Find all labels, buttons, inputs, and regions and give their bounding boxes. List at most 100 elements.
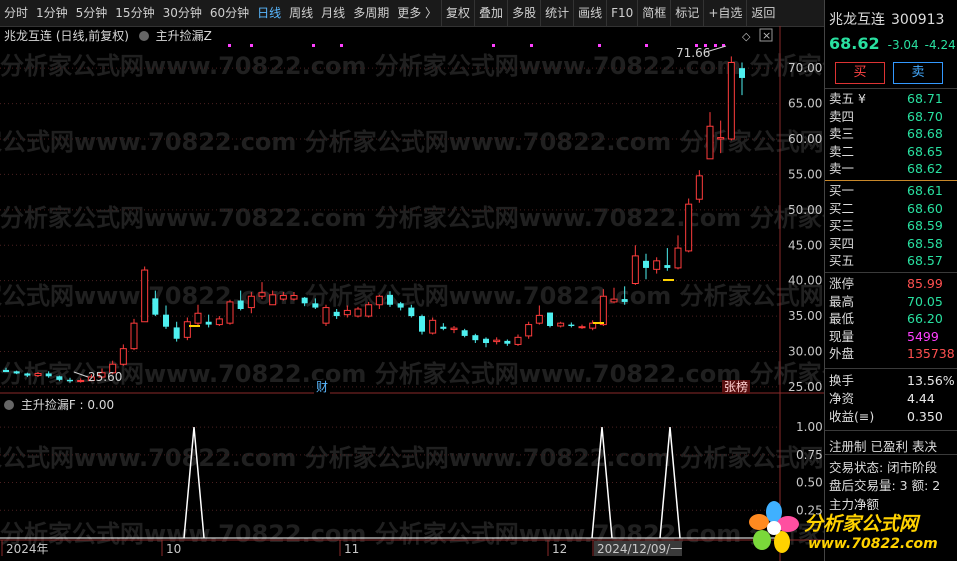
- toolbar-item[interactable]: 多周期: [349, 0, 393, 26]
- toolbar-item[interactable]: 更多 〉: [393, 0, 441, 26]
- candle-body[interactable]: [215, 318, 223, 326]
- candle-body[interactable]: [343, 309, 351, 316]
- toolbar-item[interactable]: 分时: [0, 0, 32, 26]
- candle-body[interactable]: [643, 260, 649, 268]
- bid-row[interactable]: 买二 68.60: [829, 200, 954, 218]
- candle-body[interactable]: [547, 312, 553, 326]
- kline-chart[interactable]: 分析家公式网www.70822.com 分析家公式网www.70822.com …: [0, 26, 824, 561]
- candle-body[interactable]: [483, 338, 489, 343]
- candle-body[interactable]: [312, 303, 319, 308]
- candle-body[interactable]: [706, 125, 714, 160]
- toolbar-item[interactable]: 叠加: [474, 0, 507, 26]
- candle-body[interactable]: [67, 379, 73, 382]
- toolbar-item[interactable]: 统计: [540, 0, 573, 26]
- candle-body[interactable]: [727, 62, 735, 140]
- candle-body[interactable]: [56, 376, 63, 380]
- ask-row[interactable]: 卖一 68.62: [829, 160, 954, 178]
- candle-body[interactable]: [568, 324, 575, 326]
- ask-row[interactable]: 卖二 68.65: [829, 143, 954, 161]
- toolbar-item[interactable]: 60分钟: [206, 0, 253, 26]
- bid-row[interactable]: 买四 68.58: [829, 235, 954, 253]
- indicator-toggle-icon[interactable]: [138, 31, 149, 41]
- candle-body[interactable]: [599, 295, 607, 326]
- candle-body[interactable]: [557, 322, 565, 327]
- candle-body[interactable]: [34, 372, 42, 377]
- toolbar-item[interactable]: 1分钟: [32, 0, 72, 26]
- lower-indicator-toggle-icon[interactable]: [4, 400, 14, 410]
- toolbar-item[interactable]: 周线: [285, 0, 317, 26]
- candle-body[interactable]: [578, 326, 586, 329]
- toolbar-item[interactable]: +自选: [703, 0, 746, 26]
- candle-body[interactable]: [290, 295, 298, 300]
- candle-body[interactable]: [429, 319, 437, 334]
- candle-body[interactable]: [13, 371, 20, 374]
- candle-body[interactable]: [130, 322, 138, 350]
- candle-body[interactable]: [472, 335, 479, 341]
- candle-body[interactable]: [739, 68, 745, 78]
- toolbar-item[interactable]: 日线: [253, 0, 285, 26]
- candle-body[interactable]: [173, 327, 180, 339]
- ask-row[interactable]: 卖五 ¥ 68.71: [829, 90, 954, 108]
- candle-body[interactable]: [695, 175, 703, 200]
- candle-body[interactable]: [205, 321, 212, 325]
- toolbar-item[interactable]: 15分钟: [111, 0, 158, 26]
- candle-body[interactable]: [258, 292, 266, 297]
- candle-body[interactable]: [141, 269, 149, 323]
- candle-body[interactable]: [269, 294, 277, 306]
- toolbar-item[interactable]: F10: [606, 0, 637, 26]
- candle-body[interactable]: [152, 298, 159, 315]
- candle-body[interactable]: [461, 330, 468, 336]
- candle-body[interactable]: [408, 307, 415, 317]
- candle-body[interactable]: [183, 321, 191, 338]
- toolbar-item[interactable]: 5分钟: [72, 0, 112, 26]
- candle-body[interactable]: [535, 314, 543, 324]
- candle-body[interactable]: [45, 373, 52, 377]
- candle-body[interactable]: [717, 137, 725, 140]
- candle-body[interactable]: [631, 255, 639, 284]
- candle-body[interactable]: [514, 336, 522, 345]
- candle-body[interactable]: [450, 327, 458, 331]
- candle-body[interactable]: [685, 203, 693, 252]
- candle-body[interactable]: [419, 316, 425, 332]
- candle-body[interactable]: [237, 300, 244, 310]
- candle-body[interactable]: [610, 298, 618, 303]
- bid-row[interactable]: 买五 68.57: [829, 252, 954, 270]
- toolbar-item[interactable]: 画线: [573, 0, 606, 26]
- candle-body[interactable]: [247, 295, 255, 309]
- toolbar-item[interactable]: 30分钟: [159, 0, 206, 26]
- candle-body[interactable]: [77, 380, 85, 383]
- candle-body[interactable]: [354, 308, 362, 317]
- candle-body[interactable]: [375, 295, 383, 306]
- candle-body[interactable]: [440, 326, 447, 329]
- toolbar-item[interactable]: 返回: [746, 0, 779, 26]
- indicator-name[interactable]: 主升捡漏Z: [156, 29, 212, 43]
- diamond-icon[interactable]: ◇: [742, 30, 751, 43]
- candle-body[interactable]: [525, 324, 533, 337]
- candle-body[interactable]: [333, 311, 340, 317]
- bid-row[interactable]: 买三 68.59: [829, 217, 954, 235]
- toolbar-item[interactable]: 多股: [507, 0, 540, 26]
- buy-button[interactable]: 买: [835, 62, 885, 84]
- candle-body[interactable]: [674, 247, 682, 269]
- lower-indicator-name[interactable]: 主升捡漏F : 0.00: [21, 398, 114, 412]
- candle-body[interactable]: [163, 314, 169, 327]
- candle-body[interactable]: [119, 348, 127, 365]
- candle-body[interactable]: [621, 299, 628, 302]
- ask-row[interactable]: 卖四 68.70: [829, 108, 954, 126]
- close-x-icon[interactable]: ×: [762, 29, 771, 42]
- candle-body[interactable]: [653, 260, 661, 270]
- candle-body[interactable]: [322, 307, 330, 324]
- candle-body[interactable]: [365, 304, 373, 317]
- candle-body[interactable]: [3, 369, 9, 373]
- candle-body[interactable]: [279, 295, 287, 300]
- candle-body[interactable]: [387, 294, 393, 305]
- toolbar-item[interactable]: 复权: [441, 0, 474, 26]
- sell-button[interactable]: 卖: [893, 62, 943, 84]
- toolbar-item[interactable]: 月线: [317, 0, 349, 26]
- candle-body[interactable]: [301, 297, 308, 304]
- candle-body[interactable]: [664, 265, 671, 268]
- candle-body[interactable]: [504, 340, 511, 344]
- toolbar-item[interactable]: 标记: [670, 0, 703, 26]
- toolbar-item[interactable]: 简框: [637, 0, 670, 26]
- candle-body[interactable]: [493, 339, 501, 343]
